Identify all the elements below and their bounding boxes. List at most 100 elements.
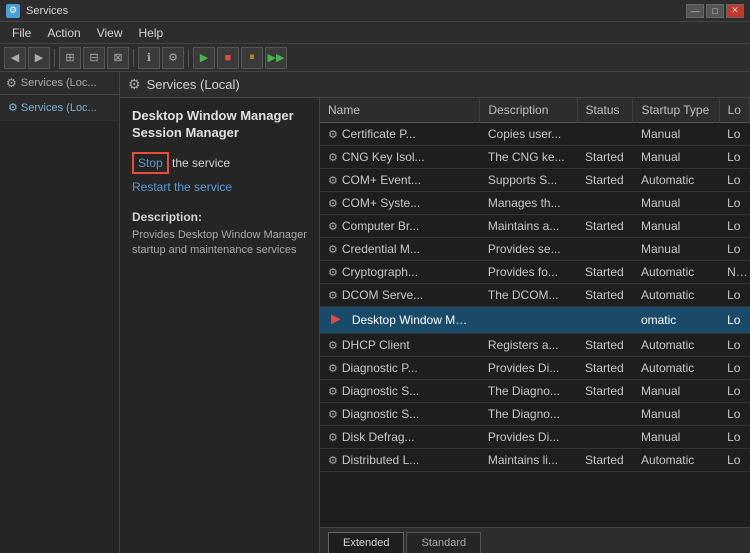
cell-logon: Lo (719, 403, 749, 426)
service-name-cell: ⚙Distributed L... (328, 453, 472, 467)
cell-status (577, 123, 633, 146)
cell-description: Provides fo... (480, 261, 577, 284)
service-name-cell: ► Desktop Window Manager Session Manager (328, 311, 472, 329)
toolbar-restart[interactable]: ▶▶ (265, 47, 287, 69)
restart-link[interactable]: Restart the service (132, 180, 232, 194)
cell-name: ⚙Distributed L... (320, 449, 480, 472)
close-button[interactable]: ✕ (726, 4, 744, 18)
service-name-cell: ⚙COM+ Event... (328, 173, 472, 187)
description-section: Description: Provides Desktop Window Man… (120, 198, 319, 267)
table-row[interactable]: ⚙Certificate P...Copies user...ManualLo (320, 123, 750, 146)
cell-status (577, 307, 633, 334)
maximize-button[interactable]: □ (706, 4, 724, 18)
menu-view[interactable]: View (89, 24, 131, 42)
service-gear-icon: ⚙ (328, 431, 338, 444)
cell-startup-type: Automatic (633, 449, 719, 472)
panel-header-title: Services (Local) (147, 77, 240, 92)
menu-file[interactable]: File (4, 24, 39, 42)
table-row[interactable]: ⚙Disk Defrag...Provides Di...ManualLo (320, 426, 750, 449)
description-label: Description: (132, 210, 307, 224)
cell-status (577, 238, 633, 261)
cell-startup-type: Manual (633, 215, 719, 238)
stop-link[interactable]: Stop (138, 156, 163, 170)
cell-status (577, 403, 633, 426)
cell-status: Started (577, 449, 633, 472)
table-row[interactable]: ⚙COM+ Event...Supports S...StartedAutoma… (320, 169, 750, 192)
tab-extended[interactable]: Extended (328, 532, 404, 553)
toolbar-info[interactable]: ℹ (138, 47, 160, 69)
table-row[interactable]: ⚙DHCP ClientRegisters a...StartedAutomat… (320, 334, 750, 357)
service-name-cell: ⚙Computer Br... (328, 219, 472, 233)
toolbar-back[interactable]: ◀ (4, 47, 26, 69)
table-row[interactable]: ⚙Diagnostic S...The Diagno...ManualLo (320, 403, 750, 426)
service-name-cell: ⚙Diagnostic S... (328, 384, 472, 398)
restart-action-row: Restart the service (132, 180, 307, 194)
main-content: ⚙ Services (Loc... ⚙ Services (Loc... ⚙ … (0, 72, 750, 553)
cell-logon: Lo (719, 449, 749, 472)
col-name[interactable]: Name (320, 98, 480, 123)
cell-description: Copies user... (480, 123, 577, 146)
table-row[interactable]: ⚙Diagnostic P...Provides Di...StartedAut… (320, 357, 750, 380)
cell-description: Manages th... (480, 192, 577, 215)
service-gear-icon: ⚙ (328, 454, 338, 467)
table-row[interactable]: ⚙CNG Key Isol...The CNG ke...StartedManu… (320, 146, 750, 169)
cell-name: ⚙Disk Defrag... (320, 426, 480, 449)
toolbar-forward[interactable]: ▶ (28, 47, 50, 69)
service-gear-icon: ⚙ (328, 266, 338, 279)
toolbar-stop[interactable]: ■ (217, 47, 239, 69)
service-name-cell: ⚙Diagnostic P... (328, 361, 472, 375)
menu-action[interactable]: Action (39, 24, 88, 42)
table-row[interactable]: ⚙Credential M...Provides se...ManualLo (320, 238, 750, 261)
cell-startup-type: Automatic (633, 357, 719, 380)
service-name-cell: ⚙CNG Key Isol... (328, 150, 472, 164)
toolbar-view3[interactable]: ⊠ (107, 47, 129, 69)
tab-standard[interactable]: Standard (406, 532, 481, 553)
table-row[interactable]: ⚙Diagnostic S...The Diagno...StartedManu… (320, 380, 750, 403)
service-title: Desktop Window Manager Session Manager (120, 98, 319, 148)
service-name-cell: ⚙DCOM Serve... (328, 288, 472, 302)
cell-status: Started (577, 169, 633, 192)
toolbar-view1[interactable]: ⊞ (59, 47, 81, 69)
toolbar-settings[interactable]: ⚙ (162, 47, 184, 69)
col-logon[interactable]: Lo (719, 98, 749, 123)
toolbar-pause[interactable]: ⏸ (241, 47, 263, 69)
service-gear-icon: ⚙ (328, 197, 338, 210)
menu-help[interactable]: Help (131, 24, 172, 42)
cell-startup-type: Automatic (633, 284, 719, 307)
sidebar-item-services[interactable]: ⚙ Services (Loc... (0, 95, 119, 121)
cell-logon: Lo (719, 380, 749, 403)
cell-description: Maintains li... (480, 449, 577, 472)
service-name-text: Desktop Window Manager Session Manager (352, 313, 472, 327)
col-startup[interactable]: Startup Type (633, 98, 719, 123)
cell-description: Maintains a... (480, 215, 577, 238)
service-name-text: DHCP Client (342, 338, 410, 352)
cell-logon: Lo (719, 215, 749, 238)
table-row[interactable]: ⚙Distributed L... Maintains li...StartedA… (320, 449, 750, 472)
toolbar-sep-3 (188, 49, 189, 67)
table-container[interactable]: Name Description Status Startup Type Lo … (320, 98, 750, 527)
service-name-cell: ⚙Disk Defrag... (328, 430, 472, 444)
cell-logon: Lo (719, 426, 749, 449)
cell-status: Started (577, 334, 633, 357)
cell-startup-type: Manual (633, 380, 719, 403)
panel-header: ⚙ Services (Local) (120, 72, 750, 98)
table-area: Name Description Status Startup Type Lo … (320, 98, 750, 553)
col-status[interactable]: Status (577, 98, 633, 123)
cell-logon: Ne (719, 261, 749, 284)
cell-logon: Lo (719, 284, 749, 307)
cell-startup-type: Manual (633, 426, 719, 449)
cell-startup-type: Automatic (633, 261, 719, 284)
toolbar-view2[interactable]: ⊟ (83, 47, 105, 69)
table-row[interactable]: ⚙COM+ Syste...Manages th...ManualLo (320, 192, 750, 215)
minimize-button[interactable]: — (686, 4, 704, 18)
toolbar-play[interactable]: ▶ (193, 47, 215, 69)
table-row[interactable]: ⚙DCOM Serve...The DCOM...StartedAutomati… (320, 284, 750, 307)
col-description[interactable]: Description (480, 98, 577, 123)
row-arrow-icon: ► (328, 311, 344, 329)
table-row[interactable]: ►Desktop Window Manager Session Managero… (320, 307, 750, 334)
cell-description (480, 307, 577, 334)
stop-link-box: Stop (132, 152, 169, 174)
cell-name: ⚙COM+ Syste... (320, 192, 480, 215)
table-row[interactable]: ⚙Computer Br...Maintains a...StartedManu… (320, 215, 750, 238)
table-row[interactable]: ⚙Cryptograph...Provides fo...StartedAuto… (320, 261, 750, 284)
